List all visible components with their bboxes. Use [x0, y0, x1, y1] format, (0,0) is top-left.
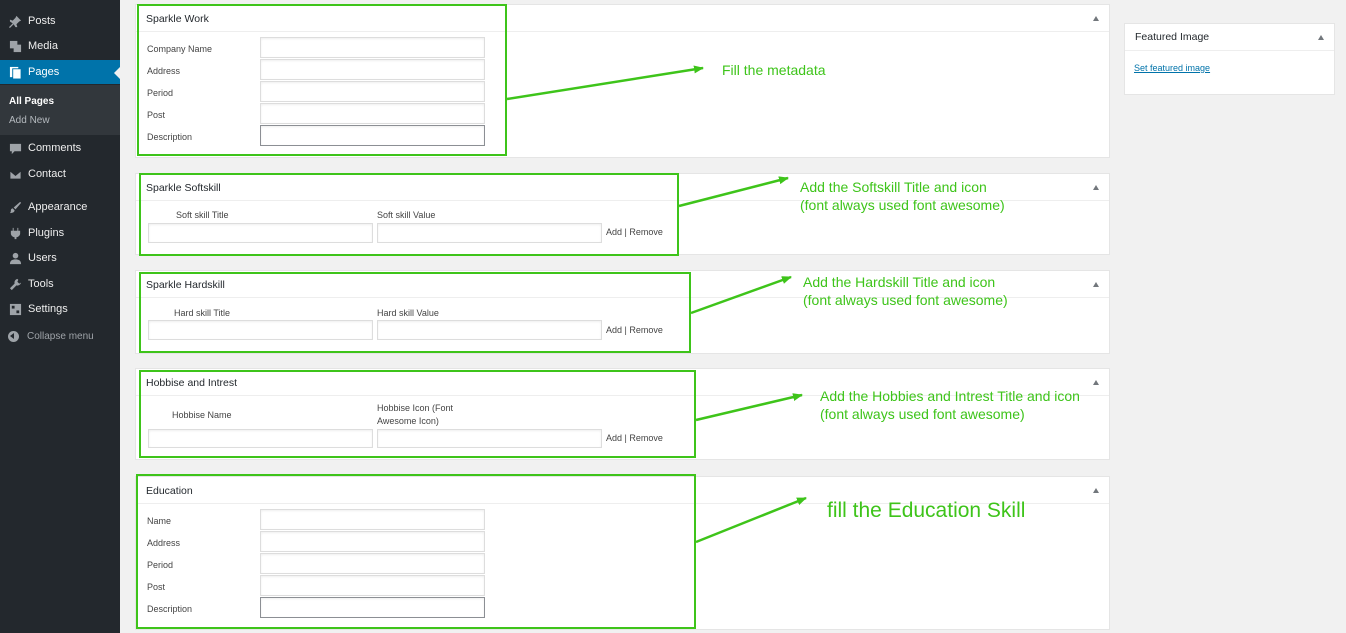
menu-item-settings[interactable]: Settings: [0, 297, 120, 321]
menu-item-posts[interactable]: Posts: [0, 9, 120, 33]
menu-item-comments[interactable]: Comments: [0, 136, 120, 160]
menu-label-posts: Posts: [28, 15, 56, 27]
menu-item-tools[interactable]: Tools: [0, 272, 120, 296]
menu-label-plugins: Plugins: [28, 227, 65, 239]
annotation-softskill-line2: (font always used font awesome): [800, 197, 1005, 213]
collapse-toggle-icon[interactable]: [1093, 380, 1099, 385]
comment-icon: [8, 141, 22, 155]
pages-icon: [8, 65, 22, 79]
collapse-menu-button[interactable]: Collapse menu: [0, 327, 120, 345]
plugin-icon: [8, 226, 22, 240]
highlight-box-softskill: [139, 173, 679, 256]
annotation-softskill-line1: Add the Softskill Title and icon: [800, 179, 987, 195]
menu-label-contact: Contact: [28, 168, 66, 180]
highlight-box-hobbies: [139, 370, 696, 458]
panel-title: Featured Image: [1135, 31, 1210, 43]
menu-item-contact[interactable]: Contact: [0, 162, 120, 186]
annotation-hobbies-line2: (font always used font awesome): [820, 406, 1025, 422]
annotation-hardskill-line1: Add the Hardskill Title and icon: [803, 274, 996, 290]
collapse-toggle-icon[interactable]: [1093, 16, 1099, 21]
collapse-label: Collapse menu: [27, 330, 94, 342]
collapse-toggle-icon[interactable]: [1318, 35, 1324, 40]
menu-label-tools: Tools: [28, 278, 54, 290]
menu-item-pages[interactable]: Pages: [0, 60, 120, 84]
annotation-hobbies-line1: Add the Hobbies and Intrest Title and ic…: [820, 388, 1080, 404]
collapse-toggle-icon[interactable]: [1093, 488, 1099, 493]
brush-icon: [8, 200, 22, 214]
settings-icon: [8, 302, 22, 316]
submenu-add-new[interactable]: Add New: [9, 115, 50, 126]
annotation-metadata: Fill the metadata: [722, 62, 826, 78]
menu-item-plugins[interactable]: Plugins: [0, 221, 120, 245]
highlight-box-education: [136, 474, 696, 629]
collapse-toggle-icon[interactable]: [1093, 282, 1099, 287]
featured-image-panel: Featured Image Set featured image: [1124, 23, 1335, 95]
highlight-box-hardskill: [139, 272, 691, 353]
active-indicator: [114, 67, 120, 79]
menu-label-media: Media: [28, 40, 58, 52]
menu-label-settings: Settings: [28, 303, 68, 315]
menu-label-users: Users: [28, 252, 57, 264]
submenu-all-pages[interactable]: All Pages: [9, 96, 54, 107]
media-icon: [8, 39, 22, 53]
user-icon: [8, 251, 22, 265]
menu-label-appearance: Appearance: [28, 201, 88, 213]
panel-header[interactable]: Featured Image: [1125, 24, 1334, 51]
set-featured-image-link[interactable]: Set featured image: [1134, 63, 1210, 73]
collapse-icon: [8, 330, 19, 342]
menu-item-appearance[interactable]: Appearance: [0, 195, 120, 219]
menu-label-pages: Pages: [28, 66, 60, 78]
pin-icon: [8, 14, 22, 28]
highlight-box-work: [137, 4, 507, 156]
menu-item-users[interactable]: Users: [0, 246, 120, 270]
annotation-hardskill-line2: (font always used font awesome): [803, 292, 1008, 308]
menu-label-comments: Comments: [28, 142, 82, 154]
mail-icon: [8, 167, 22, 181]
admin-sidebar: Posts Media Pages All Pages Add New Comm…: [0, 0, 120, 633]
menu-item-media[interactable]: Media: [0, 34, 120, 58]
annotation-education: fill the Education Skill: [827, 499, 1026, 522]
wrench-icon: [8, 277, 22, 291]
collapse-toggle-icon[interactable]: [1093, 185, 1099, 190]
pages-submenu: All Pages Add New: [0, 85, 120, 135]
